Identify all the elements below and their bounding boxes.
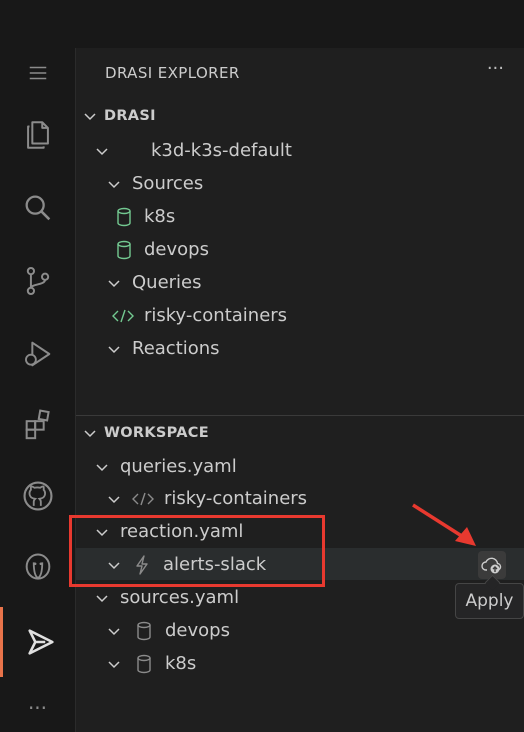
annotation-arrow [412, 503, 476, 546]
